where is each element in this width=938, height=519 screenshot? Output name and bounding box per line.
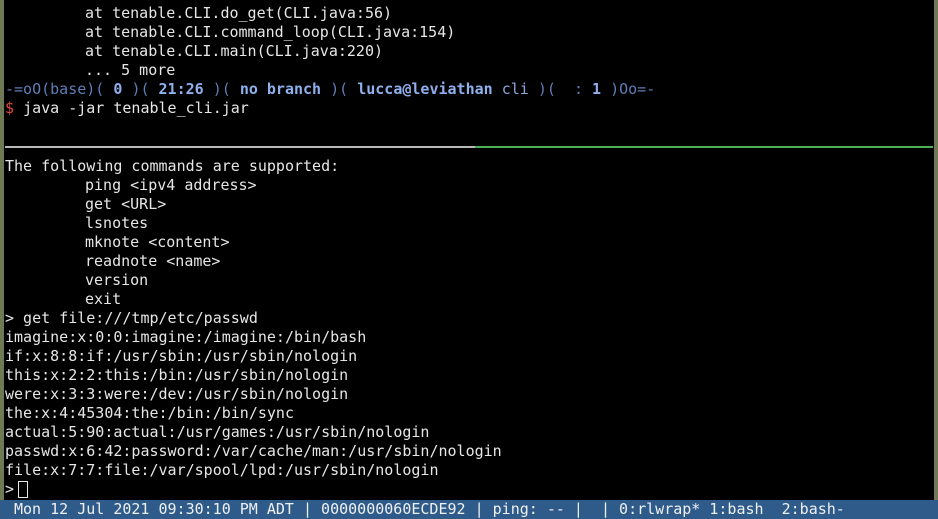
output-line: this:x:2:2:this:/bin:/usr/sbin/nologin: [5, 366, 349, 384]
tmux-status-bar[interactable]: Mon 12 Jul 2021 09:30:10 PM ADT | 000000…: [0, 500, 938, 519]
output-line: if:x:8:8:if:/usr/sbin:/usr/sbin/nologin: [5, 347, 358, 365]
prompt-directory: cli: [501, 80, 529, 98]
stack-trace-line: ... 5 more: [85, 61, 176, 79]
command-list-item: version: [85, 271, 149, 289]
tmux-pane-top[interactable]: at tenable.CLI.do_get(CLI.java:56) at te…: [5, 4, 655, 118]
prompt-separator: )(: [537, 80, 556, 98]
output-line: were:x:3:3:were:/dev:/usr/sbin/nologin: [5, 385, 349, 403]
input-prompt-line[interactable]: >: [5, 480, 502, 499]
output-line: the:x:4:45304:the:/bin:/bin/sync: [5, 404, 294, 422]
prompt-exit-code: 0: [113, 80, 123, 98]
prompt-separator: )(: [330, 80, 349, 98]
command-text: java -jar tenable_cli.jar: [23, 99, 249, 117]
prompt-separator: )(: [212, 80, 231, 98]
command-line: $ java -jar tenable_cli.jar: [5, 99, 655, 118]
output-line: imagine:x:0:0:imagine:/imagine:/bin/bash: [5, 328, 367, 346]
prompt-separator: )(: [131, 80, 150, 98]
command-list-item: get <URL>: [85, 195, 167, 213]
command-list-item: exit: [85, 290, 122, 308]
output-line: passwd:x:6:42:password:/var/cache/man:/u…: [5, 442, 502, 460]
help-header: The following commands are supported:: [5, 157, 340, 175]
divider-inactive-segment: [5, 146, 475, 148]
prompt-char: >: [5, 480, 15, 498]
stack-trace-line: at tenable.CLI.main(CLI.java:220): [85, 42, 384, 60]
prompt-jobs-count: 1: [592, 80, 602, 98]
command-list-item: mknote <content>: [85, 233, 230, 251]
user-input-line: > get file:///tmp/etc/passwd: [5, 309, 258, 327]
terminal-window[interactable]: at tenable.CLI.do_get(CLI.java:56) at te…: [5, 0, 933, 500]
tmux-pane-bottom[interactable]: The following commands are supported: pi…: [5, 157, 502, 499]
prompt-user-host: lucca@leviathan: [357, 80, 493, 98]
divider-active-segment: [475, 146, 933, 148]
output-line: file:x:7:7:file:/var/spool/lpd:/usr/sbin…: [5, 461, 439, 479]
stack-trace-line: at tenable.CLI.do_get(CLI.java:56): [85, 4, 393, 22]
prompt-git-branch: no branch: [239, 80, 322, 98]
shell-prompt-status: -=oO(base)( 0 )( 21:26 )( no branch )( l…: [5, 80, 655, 99]
prompt-end: )Oo=-: [610, 80, 656, 98]
command-list-item: lsnotes: [85, 214, 149, 232]
output-line: actual:5:90:actual:/usr/games:/usr/sbin/…: [5, 423, 430, 441]
prompt-jobs-label: :: [573, 80, 583, 98]
command-list-item: ping <ipv4 address>: [85, 176, 257, 194]
text-cursor[interactable]: [18, 481, 29, 498]
tmux-pane-divider[interactable]: [5, 146, 933, 148]
dollar-sign: $: [5, 99, 15, 117]
window-frame-right: [934, 0, 938, 500]
command-list-item: readnote <name>: [85, 252, 221, 270]
prompt-time: 21:26: [158, 80, 204, 98]
stack-trace-line: at tenable.CLI.command_loop(CLI.java:154…: [85, 23, 456, 41]
window-frame-left: [0, 0, 4, 500]
prompt-start: -=oO(base)(: [5, 80, 105, 98]
